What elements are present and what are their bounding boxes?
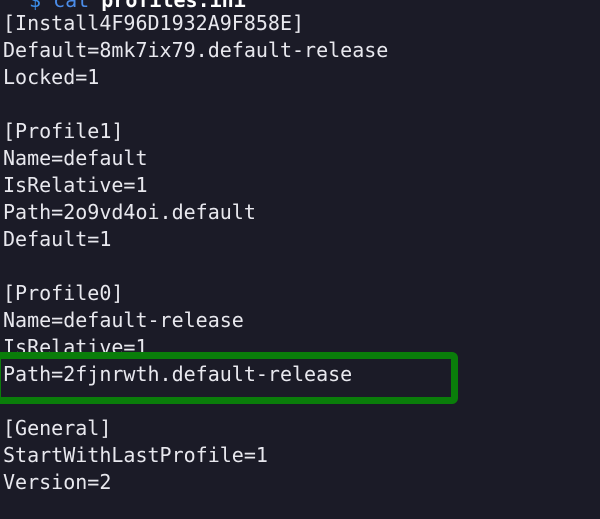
output-line: [Install4F96D1932A9F858E] [3, 11, 305, 35]
output-line: Version=2 [3, 470, 112, 494]
output-line: Name=default-release [3, 308, 244, 332]
output-line: [Profile0] [3, 281, 124, 305]
terminal-window: $ cat profiles.ini [Install4F96D1932A9F8… [0, 0, 600, 519]
output-line: [General] [3, 416, 112, 440]
output-line: [Profile1] [3, 119, 124, 143]
output-line: Locked=1 [3, 65, 100, 89]
output-line: IsRelative=1 [3, 173, 148, 197]
output-line: Path=2o9vd4oi.default [3, 200, 256, 224]
highlight-box [0, 352, 458, 404]
output-line: Default=8mk7ix79.default-release [3, 38, 389, 62]
output-line: StartWithLastProfile=1 [3, 443, 268, 467]
output-line: Default=1 [3, 227, 112, 251]
output-line: Name=default [3, 146, 148, 170]
